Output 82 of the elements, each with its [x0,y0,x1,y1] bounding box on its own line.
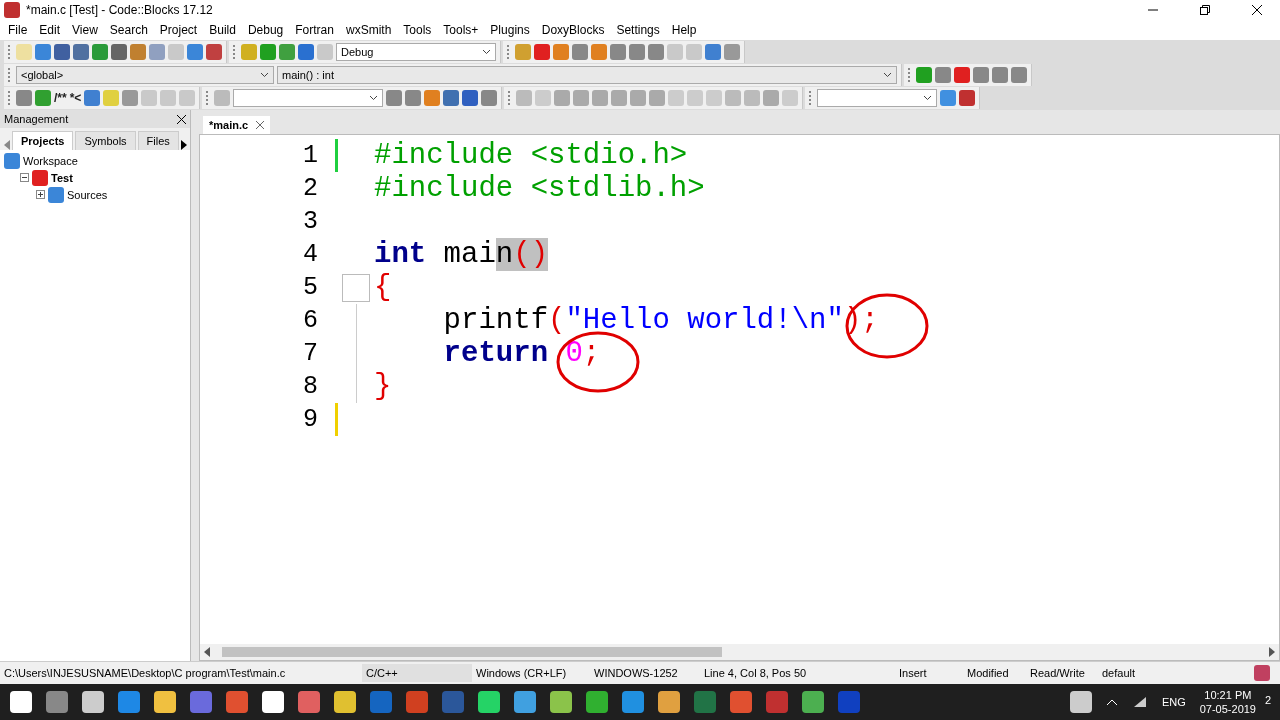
menu-item[interactable]: Search [103,23,154,37]
code-text: #include <stdlib.h> [374,172,705,205]
line-number: 4 [302,240,318,269]
panel-tab[interactable]: Symbols [75,131,136,150]
code-text: n [495,238,514,271]
code-text: () [513,238,549,271]
menu-item[interactable]: Settings [610,23,666,37]
code-text: "Hello world!\n" [565,304,844,337]
code-text: int [374,238,427,271]
code-text: 0 [565,337,583,370]
code-text: #include <stdio.h> [374,139,688,172]
caret-icon [923,95,933,101]
chevron-up-icon[interactable] [1105,698,1118,706]
scroll-left-icon[interactable] [204,647,210,657]
panel-tab[interactable]: Projects [12,131,74,150]
line-number: 1 [302,141,318,170]
fold-marker[interactable] [342,273,370,302]
restore-icon[interactable] [1200,5,1210,15]
doc-comment-button[interactable]: /** [54,91,67,105]
menu-item[interactable]: Help [665,23,703,37]
status-field: Modified [963,664,1026,682]
menu-item[interactable]: Edit [33,23,67,37]
menu-item[interactable]: Tools [397,23,438,37]
tree-item[interactable]: Sources [67,188,108,201]
scroll-right-icon[interactable] [1269,647,1275,657]
panel-title: Management [4,113,69,125]
line-number: 5 [302,273,318,302]
menu-item[interactable]: Debug [241,23,290,37]
doc-line-button[interactable]: *< [69,91,82,105]
tree-item[interactable]: Test [51,171,73,184]
tree-item[interactable]: Workspace [23,154,78,167]
line-number: 6 [302,306,318,335]
status-field: default [1098,664,1218,682]
menu-item[interactable]: Build [203,23,242,37]
code-text: ( [548,304,566,337]
expand-toggle[interactable] [36,190,45,199]
line-number: 8 [302,372,318,401]
function-dropdown[interactable]: main() : int [277,66,897,84]
status-field: C/C++ [362,664,472,682]
menu-item[interactable]: View [66,23,104,37]
expand-toggle[interactable] [20,173,29,182]
scrollbar-thumb[interactable] [222,647,722,657]
caret-icon [482,49,491,55]
menu-item[interactable]: File [2,23,34,37]
line-number: 9 [302,405,318,434]
menu-item[interactable]: Tools+ [437,23,485,37]
code-text: mai [442,238,496,271]
panel-tab[interactable]: Files [137,131,179,150]
code-text: } [374,370,392,403]
menu-item[interactable]: DoxyBlocks [535,23,611,37]
code-text: { [374,271,392,304]
caret-icon [883,72,892,78]
menu-item[interactable]: Project [153,23,204,37]
code-text: printf [442,304,549,337]
caret-icon [369,95,379,101]
editor-tab[interactable]: *main.c [203,116,271,134]
status-field: Windows (CR+LF) [472,664,590,682]
language-indicator[interactable]: ENG [1161,696,1186,708]
caret-icon [260,72,269,78]
status-field: Read/Write [1026,664,1098,682]
menu-item[interactable]: Fortran [289,23,340,37]
build-target-dropdown[interactable]: Debug [336,43,496,61]
line-number: 7 [302,339,318,368]
search-dropdown[interactable] [233,89,384,107]
code-text: return [442,337,550,370]
search-dropdown[interactable] [817,89,938,107]
clock[interactable]: 10:21 PM 07-05-2019 [1199,688,1256,716]
line-number: 2 [302,174,318,203]
menu-item[interactable]: Plugins [484,23,536,37]
status-field: C:\Users\INJESUSNAME\Desktop\C program\Test\main.c [0,664,362,682]
status-field: Line 4, Col 8, Pos 50 [700,664,895,682]
status-field: Insert [895,664,963,682]
code-text: ; [582,337,601,370]
close-icon[interactable] [1252,5,1262,15]
code-text: ); [843,304,879,337]
status-field: WINDOWS-1252 [590,664,700,682]
menu-item[interactable]: wxSmith [339,23,398,37]
scroll-left-icon[interactable] [4,140,10,150]
window-title: *main.c [Test] - Code::Blocks 17.12 [26,3,214,17]
close-icon[interactable] [177,114,186,124]
line-number: 3 [302,207,318,236]
scope-dropdown[interactable]: <global> [16,66,274,84]
